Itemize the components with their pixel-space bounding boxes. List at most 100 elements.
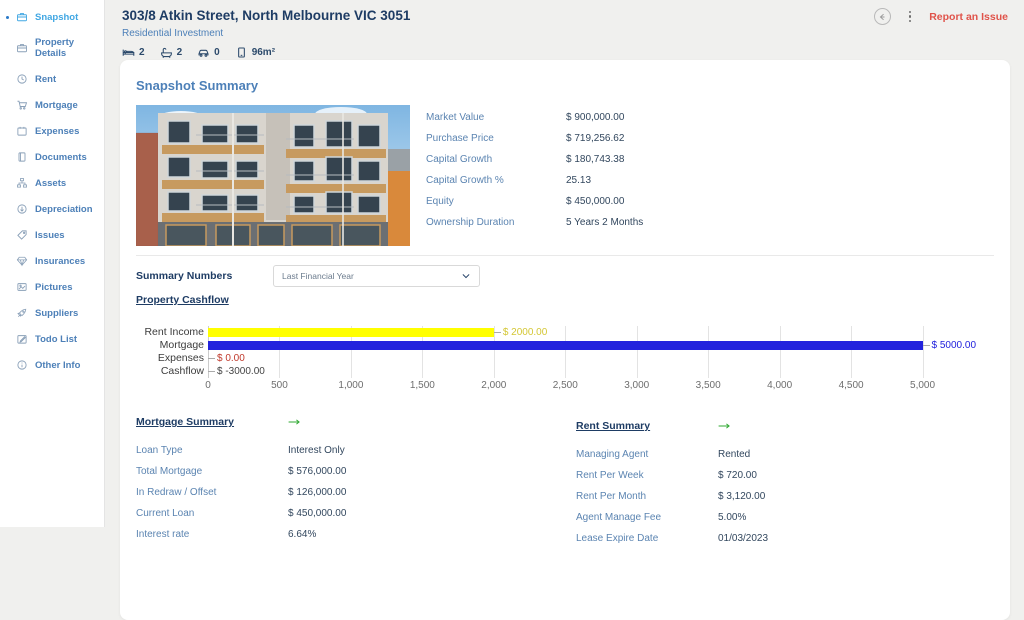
chart-category-label: Rent Income [136, 326, 204, 339]
sidebar-item-label: Suppliers [35, 308, 78, 319]
field-label: Capital Growth % [426, 175, 566, 186]
mortgage-summary-link[interactable]: Mortgage Summary [136, 416, 234, 428]
cars-count: 0 [214, 47, 220, 58]
sidebar-item-label: Todo List [35, 334, 77, 345]
sidebar-item-issues[interactable]: Issues [0, 222, 104, 248]
sidebar-item-snapshot[interactable]: Snapshot [0, 4, 104, 30]
sidebar-item-expenses[interactable]: Expenses [0, 118, 104, 144]
chevron-down-icon [461, 271, 471, 281]
chart-x-tick-label: 0 [205, 380, 211, 391]
chart-category-label: Cashflow [136, 365, 204, 378]
property-photo [136, 105, 410, 246]
chart-x-axis: 05001,0001,5002,0002,5003,0003,5004,0004… [208, 380, 994, 392]
edit-square-icon [16, 333, 28, 345]
chart-x-tick-label: 3,500 [696, 380, 721, 391]
chart-x-tick-label: 2,000 [481, 380, 506, 391]
green-arrow-icon[interactable] [288, 416, 300, 428]
rent-row-lease-expire-date: Lease Expire Date 01/03/2023 [576, 528, 1016, 549]
chart-row-expenses: $ 0.00 [208, 352, 994, 365]
sidebar-item-label: Issues [35, 230, 65, 241]
sidebar: Snapshot Property Details Rent Mortgage … [0, 0, 105, 527]
chart-x-tick-label: 2,500 [553, 380, 578, 391]
rent-row-rent-per-week: Rent Per Week $ 720.00 [576, 465, 1016, 486]
sidebar-item-label: Assets [35, 178, 66, 189]
field-value: $ 719,256.62 [566, 133, 624, 144]
tag-icon [16, 229, 28, 241]
row-label: Total Mortgage [136, 466, 288, 477]
field-label: Purchase Price [426, 133, 566, 144]
sidebar-item-rent[interactable]: Rent [0, 66, 104, 92]
row-value: Rented [718, 449, 750, 460]
bed-icon [122, 46, 135, 59]
rent-row-rent-per-month: Rent Per Month $ 3,120.00 [576, 486, 1016, 507]
more-options-menu-icon[interactable] [907, 9, 914, 25]
field-value: $ 180,743.38 [566, 154, 624, 165]
briefcase-icon [16, 42, 28, 54]
sitemap-icon [16, 177, 28, 189]
sidebar-item-label: Mortgage [35, 100, 78, 111]
chart-category-label: Expenses [136, 352, 204, 365]
clock-icon [16, 73, 28, 85]
sidebar-item-mortgage[interactable]: Mortgage [0, 92, 104, 118]
row-label: Lease Expire Date [576, 533, 718, 544]
property-cashflow-link[interactable]: Property Cashflow [136, 294, 229, 306]
sidebar-item-insurances[interactable]: Insurances [0, 248, 104, 274]
baths-feature: 2 [160, 46, 183, 59]
property-type-subtitle: Residential Investment [122, 28, 1024, 39]
rent-row-agent-manage-fee: Agent Manage Fee 5.00% [576, 507, 1016, 528]
mortgage-row-current-loan: Current Loan $ 450,000.00 [136, 503, 576, 524]
sidebar-item-label: Depreciation [35, 204, 93, 215]
row-value: $ 3,120.00 [718, 491, 765, 502]
sidebar-item-pictures[interactable]: Pictures [0, 274, 104, 300]
sidebar-item-label: Rent [35, 74, 56, 85]
sidebar-item-depreciation[interactable]: Depreciation [0, 196, 104, 222]
row-label: Managing Agent [576, 449, 718, 460]
calendar-icon [16, 125, 28, 137]
field-label: Ownership Duration [426, 217, 566, 228]
row-label: Current Loan [136, 508, 288, 519]
beds-feature: 2 [122, 46, 145, 59]
field-label: Market Value [426, 112, 566, 123]
row-value: Interest Only [288, 445, 345, 456]
area-icon [235, 46, 248, 59]
cashflow-chart: Rent Income Mortgage Expenses Cashflow $… [136, 326, 994, 392]
back-arrow-icon [877, 12, 887, 22]
chart-y-axis: Rent Income Mortgage Expenses Cashflow [136, 326, 204, 392]
sidebar-item-label: Insurances [35, 256, 85, 267]
field-capital-growth-pct: Capital Growth % 25.13 [426, 170, 643, 191]
row-value: 01/03/2023 [718, 533, 768, 544]
car-icon [197, 46, 210, 59]
summary-numbers-label: Summary Numbers [136, 270, 273, 282]
chart-row-rent-income: $ 2000.00 [208, 326, 994, 339]
sidebar-item-todo-list[interactable]: Todo List [0, 326, 104, 352]
area-feature: 96m² [235, 46, 275, 59]
row-label: Rent Per Week [576, 470, 718, 481]
row-label: Agent Manage Fee [576, 512, 718, 523]
chart-plot-area: $ 2000.00 $ 5000.00 $ 0.00 $ -3000.00 05… [208, 326, 994, 392]
chart-x-tick-label: 1,500 [410, 380, 435, 391]
sidebar-item-suppliers[interactable]: Suppliers [0, 300, 104, 326]
chart-x-tick-label: 4,500 [839, 380, 864, 391]
row-value: 5.00% [718, 512, 746, 523]
sidebar-item-property-details[interactable]: Property Details [0, 30, 104, 66]
report-an-issue-link[interactable]: Report an Issue [929, 11, 1008, 23]
row-value: $ 576,000.00 [288, 466, 346, 477]
expenses-value-label: $ 0.00 [208, 352, 245, 365]
field-value: 25.13 [566, 175, 591, 186]
sidebar-item-assets[interactable]: Assets [0, 170, 104, 196]
back-button[interactable] [874, 8, 891, 25]
rent-summary-section: Rent Summary Managing Agent Rented Rent … [576, 414, 1016, 549]
green-arrow-icon[interactable] [718, 420, 730, 432]
period-dropdown[interactable]: Last Financial Year [273, 265, 480, 287]
sidebar-item-label: Other Info [35, 360, 80, 371]
field-equity: Equity $ 450,000.00 [426, 191, 643, 212]
rent-summary-link[interactable]: Rent Summary [576, 420, 650, 432]
page-header: 303/8 Atkin Street, North Melbourne VIC … [105, 0, 1024, 58]
mortgage-row-redraw-offset: In Redraw / Offset $ 126,000.00 [136, 482, 576, 503]
sidebar-item-label: Pictures [35, 282, 73, 293]
baths-count: 2 [177, 47, 183, 58]
sidebar-item-documents[interactable]: Documents [0, 144, 104, 170]
sidebar-item-other-info[interactable]: Other Info [0, 352, 104, 378]
row-label: Interest rate [136, 529, 288, 540]
chart-x-tick-label: 1,000 [338, 380, 363, 391]
